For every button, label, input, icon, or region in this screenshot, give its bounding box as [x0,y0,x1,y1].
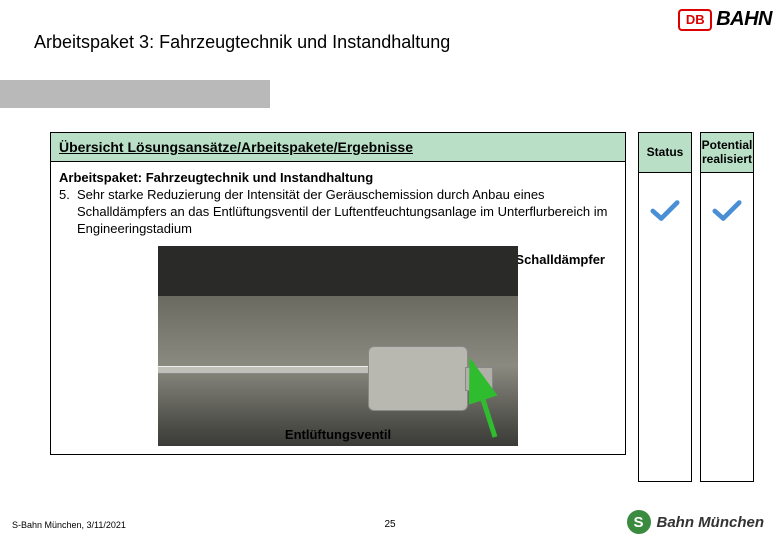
label-schalldaempfer: Schalldämpfer [515,252,605,267]
db-bahn-logo: DB BAHN [678,8,772,31]
page-title: Arbeitspaket 3: Fahrzeugtechnik und Inst… [34,32,450,53]
main-column: Übersicht Lösungsansätze/Arbeitspakete/E… [50,132,626,455]
sbahn-wordmark: Bahn München [657,514,765,531]
page-number: 25 [384,519,395,530]
sbahn-muenchen-logo: S Bahn München [627,510,765,534]
list-item-number: 5. [59,187,77,238]
photo-figure: Schalldämpfer Entlüftungsventil [59,246,617,446]
status-column: Status [638,132,692,482]
equipment-photo [158,246,518,446]
main-column-header: Übersicht Lösungsansätze/Arbeitspakete/E… [51,133,625,162]
checkmark-icon [650,199,680,223]
main-column-body: Arbeitspaket: Fahrzeugtechnik und Instan… [51,162,625,454]
sbahn-s-icon: S [627,510,651,534]
label-entlueftungsventil: Entlüftungsventil [285,427,391,442]
status-header: Status [639,133,691,173]
bahn-wordmark: BAHN [716,8,772,31]
potential-column: Potential realisiert [700,132,754,482]
grey-accent-bar [0,80,270,108]
pipe-icon [158,366,378,374]
valve-icon [368,346,468,411]
db-logo-icon: DB [678,9,712,31]
footer-left: S-Bahn München, 3/11/2021 [12,520,126,530]
potential-header: Potential realisiert [701,133,753,173]
list-item: 5. Sehr starke Reduzierung der Intensitä… [59,187,617,238]
workpackage-title: Arbeitspaket: Fahrzeugtechnik und Instan… [59,170,617,185]
checkmark-icon [712,199,742,223]
list-item-text: Sehr starke Reduzierung der Intensität d… [77,187,617,238]
